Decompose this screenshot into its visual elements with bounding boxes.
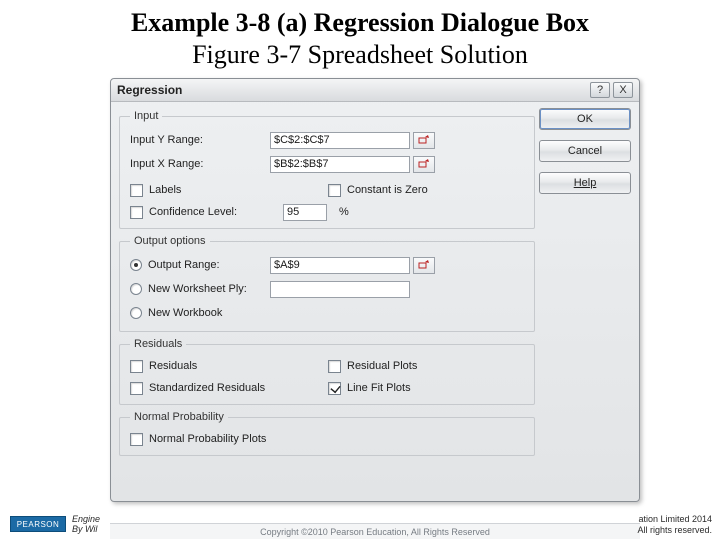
constant-zero-label: Constant is Zero — [347, 184, 428, 196]
residuals-checkbox[interactable] — [130, 360, 143, 373]
line-fit-plots-label: Line Fit Plots — [347, 382, 411, 394]
new-worksheet-radio[interactable] — [130, 283, 142, 295]
residual-plots-checkbox[interactable] — [328, 360, 341, 373]
input-group: Input Input Y Range: $C$2:$C$7 Input X R… — [119, 110, 535, 229]
output-range-radio[interactable] — [130, 259, 142, 271]
new-workbook-label: New Workbook — [148, 307, 222, 319]
new-worksheet-input[interactable] — [270, 281, 410, 298]
input-y-label: Input Y Range: — [130, 134, 270, 146]
footer-right-1: ation Limited 2014 — [638, 514, 712, 524]
ok-button[interactable]: OK — [539, 108, 631, 130]
std-residuals-label: Standardized Residuals — [149, 382, 265, 394]
footer-right-2: All rights reserved. — [637, 525, 712, 535]
cancel-button[interactable]: Cancel — [539, 140, 631, 162]
confidence-level-label: Confidence Level: — [149, 206, 277, 218]
residuals-group: Residuals Residuals Residual Plots Stand… — [119, 338, 535, 405]
refedit-icon[interactable] — [413, 257, 435, 274]
refedit-icon[interactable] — [413, 132, 435, 149]
new-worksheet-label: New Worksheet Ply: — [148, 283, 247, 295]
normal-plots-checkbox[interactable] — [130, 433, 143, 446]
regression-dialog: Regression ? X Input Input Y Range: $C$2… — [110, 78, 640, 502]
std-residuals-checkbox[interactable] — [130, 382, 143, 395]
labels-checkbox-label: Labels — [149, 184, 181, 196]
help-button[interactable]: Help — [539, 172, 631, 194]
output-options-group: Output options Output Range: $A$9 New Wo… — [119, 235, 535, 332]
residual-plots-label: Residual Plots — [347, 360, 417, 372]
labels-checkbox[interactable] — [130, 184, 143, 197]
input-legend: Input — [130, 110, 162, 122]
input-y-range[interactable]: $C$2:$C$7 — [270, 132, 410, 149]
input-x-range[interactable]: $B$2:$B$7 — [270, 156, 410, 173]
confidence-percent-label: % — [339, 206, 349, 218]
output-options-legend: Output options — [130, 235, 210, 247]
line-fit-plots-checkbox[interactable] — [328, 382, 341, 395]
constant-zero-checkbox[interactable] — [328, 184, 341, 197]
slide-footer-left: PEARSON Engine By Wil — [10, 514, 100, 534]
new-workbook-radio[interactable] — [130, 307, 142, 319]
dialog-title: Regression — [117, 83, 182, 97]
residuals-legend: Residuals — [130, 338, 186, 350]
slide-title-1: Example 3-8 (a) Regression Dialogue Box — [40, 8, 680, 38]
normal-probability-group: Normal Probability Normal Probability Pl… — [119, 411, 535, 456]
slide-footer-right: ation Limited 2014 All rights reserved. — [637, 514, 712, 536]
footer-left-1: Engine — [72, 514, 100, 524]
slide-title-2: Figure 3-7 Spreadsheet Solution — [40, 40, 680, 70]
output-range-input[interactable]: $A$9 — [270, 257, 410, 274]
normal-plots-label: Normal Probability Plots — [149, 433, 266, 445]
confidence-level-checkbox[interactable] — [130, 206, 143, 219]
dialog-copyright: Copyright ©2010 Pearson Education, All R… — [110, 523, 640, 539]
input-x-label: Input X Range: — [130, 158, 270, 170]
output-range-label: Output Range: — [148, 259, 220, 271]
residuals-label: Residuals — [149, 360, 197, 372]
pearson-logo: PEARSON — [10, 516, 66, 532]
close-icon[interactable]: X — [613, 82, 633, 98]
refedit-icon[interactable] — [413, 156, 435, 173]
confidence-level-input[interactable]: 95 — [283, 204, 327, 221]
normal-probability-legend: Normal Probability — [130, 411, 228, 423]
help-icon[interactable]: ? — [590, 82, 610, 98]
titlebar[interactable]: Regression ? X — [111, 79, 639, 102]
footer-left-2: By Wil — [72, 524, 97, 534]
